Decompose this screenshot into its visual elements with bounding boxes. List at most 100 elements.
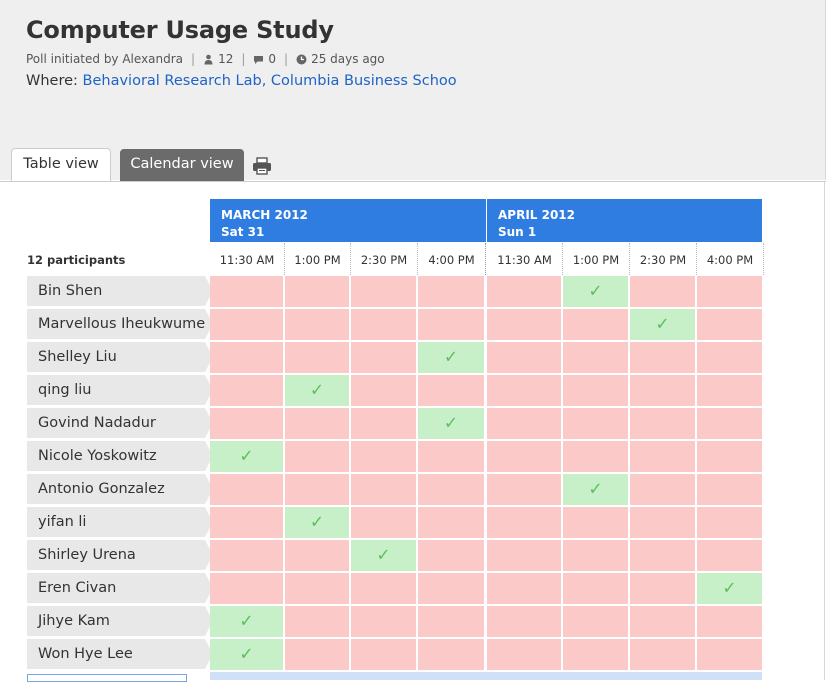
availability-cell-no[interactable]	[285, 276, 349, 307]
availability-cell-no[interactable]	[285, 573, 349, 604]
availability-cell-no[interactable]	[351, 276, 416, 307]
availability-cell-no[interactable]	[210, 375, 283, 406]
location-link[interactable]: Behavioral Research Lab, Columbia Busine…	[83, 73, 457, 89]
availability-cell-yes[interactable]: ✓	[418, 408, 484, 439]
availability-cell-no[interactable]	[563, 375, 628, 406]
availability-cell-no[interactable]	[487, 408, 561, 439]
availability-cell-no[interactable]	[351, 507, 416, 538]
availability-cell-no[interactable]	[351, 375, 416, 406]
availability-cell-no[interactable]	[630, 474, 695, 505]
availability-cell-no[interactable]	[630, 639, 695, 670]
availability-cell-no[interactable]	[563, 342, 628, 373]
availability-cell-no[interactable]	[418, 573, 484, 604]
availability-cell-no[interactable]	[487, 309, 561, 340]
availability-cell-no[interactable]	[697, 474, 762, 505]
availability-cell-yes[interactable]: ✓	[418, 342, 484, 373]
availability-cell-no[interactable]	[697, 276, 762, 307]
availability-cell-no[interactable]	[285, 639, 349, 670]
availability-cell-no[interactable]	[418, 507, 484, 538]
availability-cell-no[interactable]	[285, 474, 349, 505]
availability-cell-no[interactable]	[563, 606, 628, 637]
availability-cell-yes[interactable]: ✓	[563, 276, 628, 307]
availability-cell-yes[interactable]: ✓	[285, 507, 349, 538]
availability-cell-no[interactable]	[630, 540, 695, 571]
availability-cell-no[interactable]	[418, 276, 484, 307]
availability-cell-no[interactable]	[210, 276, 283, 307]
availability-cell-no[interactable]	[563, 540, 628, 571]
availability-cell-no[interactable]	[697, 375, 762, 406]
availability-cell-no[interactable]	[487, 276, 561, 307]
availability-cell-no[interactable]	[418, 606, 484, 637]
availability-cell-no[interactable]	[351, 639, 416, 670]
availability-cell-no[interactable]	[697, 540, 762, 571]
availability-cell-no[interactable]	[285, 408, 349, 439]
availability-cell-no[interactable]	[563, 309, 628, 340]
availability-cell-no[interactable]	[351, 573, 416, 604]
availability-cell-no[interactable]	[697, 639, 762, 670]
availability-cell-no[interactable]	[697, 606, 762, 637]
availability-cell-no[interactable]	[487, 507, 561, 538]
availability-cell-no[interactable]	[210, 309, 283, 340]
availability-cell-no[interactable]	[210, 507, 283, 538]
availability-cell-no[interactable]	[418, 474, 484, 505]
availability-cell-yes[interactable]: ✓	[697, 573, 762, 604]
availability-cell-no[interactable]	[487, 639, 561, 670]
availability-cell-no[interactable]	[418, 375, 484, 406]
availability-cell-no[interactable]	[630, 441, 695, 472]
availability-cell-no[interactable]	[285, 309, 349, 340]
availability-cell-no[interactable]	[210, 408, 283, 439]
availability-cell-no[interactable]	[563, 573, 628, 604]
availability-cell-no[interactable]	[487, 573, 561, 604]
availability-cell-no[interactable]	[697, 441, 762, 472]
availability-cell-no[interactable]	[487, 606, 561, 637]
availability-cell-no[interactable]	[630, 342, 695, 373]
availability-cell-no[interactable]	[351, 309, 416, 340]
availability-cell-no[interactable]	[697, 342, 762, 373]
availability-cell-no[interactable]	[487, 342, 561, 373]
availability-cell-no[interactable]	[563, 408, 628, 439]
availability-cell-no[interactable]	[563, 639, 628, 670]
availability-cell-no[interactable]	[630, 507, 695, 538]
availability-cell-no[interactable]	[351, 408, 416, 439]
availability-cell-no[interactable]	[563, 507, 628, 538]
availability-cell-yes[interactable]: ✓	[351, 540, 416, 571]
availability-cell-no[interactable]	[351, 474, 416, 505]
availability-cell-no[interactable]	[285, 540, 349, 571]
new-participant-input[interactable]	[27, 674, 187, 682]
availability-cell-no[interactable]	[630, 573, 695, 604]
availability-cell-no[interactable]	[285, 342, 349, 373]
availability-cell-no[interactable]	[351, 342, 416, 373]
print-icon[interactable]	[252, 157, 272, 175]
availability-cell-yes[interactable]: ✓	[285, 375, 349, 406]
availability-cell-yes[interactable]: ✓	[210, 441, 283, 472]
availability-cell-no[interactable]	[210, 540, 283, 571]
availability-cell-yes[interactable]: ✓	[630, 309, 695, 340]
availability-cell-no[interactable]	[630, 375, 695, 406]
availability-cell-no[interactable]	[418, 309, 484, 340]
availability-cell-no[interactable]	[697, 507, 762, 538]
availability-cell-yes[interactable]: ✓	[563, 474, 628, 505]
availability-cell-no[interactable]	[285, 441, 349, 472]
availability-cell-no[interactable]	[210, 474, 283, 505]
availability-cell-yes[interactable]: ✓	[210, 639, 283, 670]
availability-cell-yes[interactable]: ✓	[210, 606, 283, 637]
availability-cell-no[interactable]	[487, 540, 561, 571]
availability-cell-no[interactable]	[418, 639, 484, 670]
availability-cell-no[interactable]	[630, 606, 695, 637]
availability-cell-no[interactable]	[487, 375, 561, 406]
availability-cell-no[interactable]	[697, 408, 762, 439]
availability-cell-no[interactable]	[630, 276, 695, 307]
availability-cell-no[interactable]	[630, 408, 695, 439]
availability-cell-no[interactable]	[210, 342, 283, 373]
tab-calendar-view[interactable]: Calendar view	[120, 149, 244, 181]
availability-cell-no[interactable]	[563, 441, 628, 472]
tab-table-view[interactable]: Table view	[11, 148, 111, 182]
availability-cell-no[interactable]	[351, 441, 416, 472]
availability-cell-no[interactable]	[351, 606, 416, 637]
availability-cell-no[interactable]	[418, 441, 484, 472]
availability-cell-no[interactable]	[697, 309, 762, 340]
availability-cell-no[interactable]	[285, 606, 349, 637]
availability-cell-no[interactable]	[210, 573, 283, 604]
availability-cell-no[interactable]	[487, 441, 561, 472]
availability-cell-no[interactable]	[487, 474, 561, 505]
